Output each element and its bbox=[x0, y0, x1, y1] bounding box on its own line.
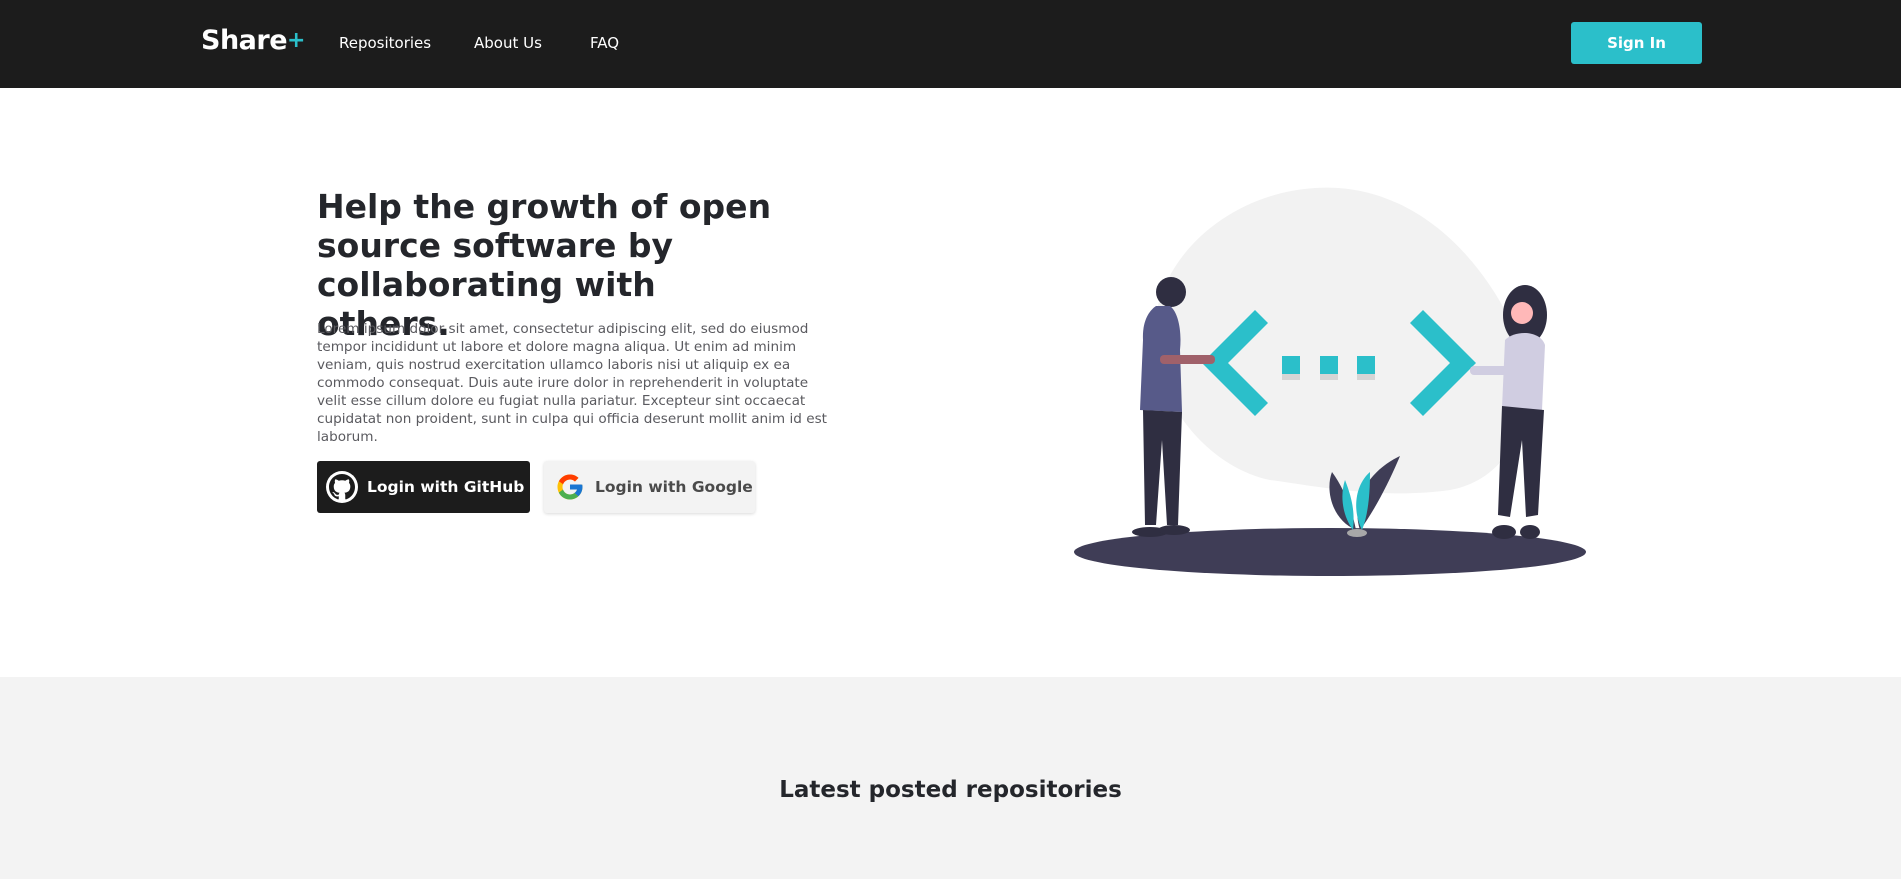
login-google-label: Login with Google bbox=[595, 478, 753, 496]
hero-illustration bbox=[1070, 180, 1590, 580]
nav-link-faq[interactable]: FAQ bbox=[590, 34, 619, 52]
login-github-button[interactable]: Login with GitHub bbox=[317, 461, 530, 513]
google-icon bbox=[555, 472, 585, 502]
hero-description: Lorem ipsum dolor sit amet, consectetur … bbox=[317, 321, 827, 445]
dot-icon bbox=[1357, 356, 1375, 374]
navbar: Share+ Repositories About Us FAQ Sign In bbox=[0, 0, 1901, 88]
nav-link-repositories[interactable]: Repositories bbox=[339, 34, 431, 52]
background-blob bbox=[1154, 187, 1527, 494]
github-icon bbox=[326, 471, 358, 503]
latest-repositories-section: Latest posted repositories bbox=[0, 677, 1901, 879]
login-github-label: Login with GitHub bbox=[367, 478, 525, 496]
nav-link-about-us[interactable]: About Us bbox=[474, 34, 542, 52]
login-google-button[interactable]: Login with Google bbox=[544, 461, 755, 513]
dot-icon bbox=[1320, 356, 1338, 374]
brand-plus: + bbox=[287, 28, 305, 53]
brand-logo[interactable]: Share+ bbox=[201, 25, 305, 56]
sign-in-button[interactable]: Sign In bbox=[1571, 22, 1702, 64]
brand-name: Share bbox=[201, 25, 288, 56]
section-title: Latest posted repositories bbox=[779, 777, 1122, 803]
dot-icon bbox=[1282, 356, 1300, 374]
